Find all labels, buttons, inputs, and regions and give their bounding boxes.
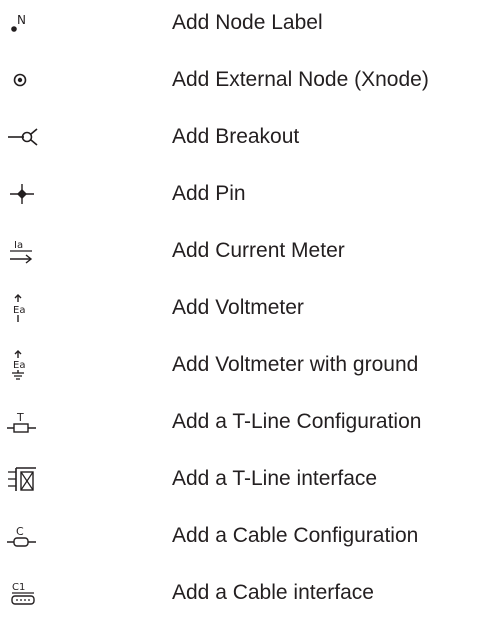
legend-label: Add External Node (Xnode) <box>172 68 429 91</box>
voltmeter-ground-icon: Ea <box>4 349 44 381</box>
voltmeter-icon: Ea <box>4 292 44 324</box>
legend-row-tline-interface: Add a T-Line interface <box>0 456 501 502</box>
cable-configuration-icon-text: C <box>16 525 24 538</box>
legend-row-node-label: N Add Node Label <box>0 0 501 46</box>
legend-label: Add Breakout <box>172 125 300 148</box>
legend-row-cable-configuration: C Add a Cable Configuration <box>0 513 501 559</box>
legend-label: Add a Cable Configuration <box>172 524 419 547</box>
node-label-icon: N <box>4 7 44 39</box>
legend-row-voltmeter: Ea Add Voltmeter <box>0 285 501 331</box>
legend-label: Add Voltmeter with ground <box>172 353 419 376</box>
tline-configuration-icon: T <box>4 406 44 438</box>
toolbar-icon-legend: N Add Node Label Add External Node (Xnod… <box>0 0 501 629</box>
node-label-icon-letter: N <box>17 13 26 27</box>
legend-label: Add Node Label <box>172 11 323 34</box>
legend-label: Add a T-Line Configuration <box>172 410 422 433</box>
legend-row-voltmeter-ground: Ea Add Voltmeter with ground <box>0 342 501 388</box>
cable-interface-icon: C1 <box>4 577 44 609</box>
legend-label: Add Current Meter <box>172 239 345 262</box>
legend-label: Add Pin <box>172 182 246 205</box>
legend-row-breakout: Add Breakout <box>0 114 501 160</box>
legend-label: Add a Cable interface <box>172 581 374 604</box>
breakout-icon <box>4 121 44 153</box>
legend-row-current-meter: Ia Add Current Meter <box>0 228 501 274</box>
tline-configuration-icon-text: T <box>16 411 24 424</box>
current-meter-icon: Ia <box>4 235 44 267</box>
pin-icon <box>4 178 44 210</box>
current-meter-icon-text: Ia <box>14 240 23 251</box>
cable-interface-icon-text: C1 <box>12 582 25 593</box>
voltmeter-ground-icon-text: Ea <box>13 360 25 371</box>
legend-row-tline-configuration: T Add a T-Line Configuration <box>0 399 501 445</box>
external-node-icon <box>4 64 44 96</box>
voltmeter-icon-text: Ea <box>13 305 25 316</box>
cable-configuration-icon: C <box>4 520 44 552</box>
legend-row-pin: Add Pin <box>0 171 501 217</box>
tline-interface-icon <box>4 463 44 495</box>
legend-row-external-node: Add External Node (Xnode) <box>0 57 501 103</box>
legend-label: Add Voltmeter <box>172 296 304 319</box>
legend-row-cable-interface: C1 Add a Cable interface <box>0 570 501 616</box>
legend-label: Add a T-Line interface <box>172 467 378 490</box>
